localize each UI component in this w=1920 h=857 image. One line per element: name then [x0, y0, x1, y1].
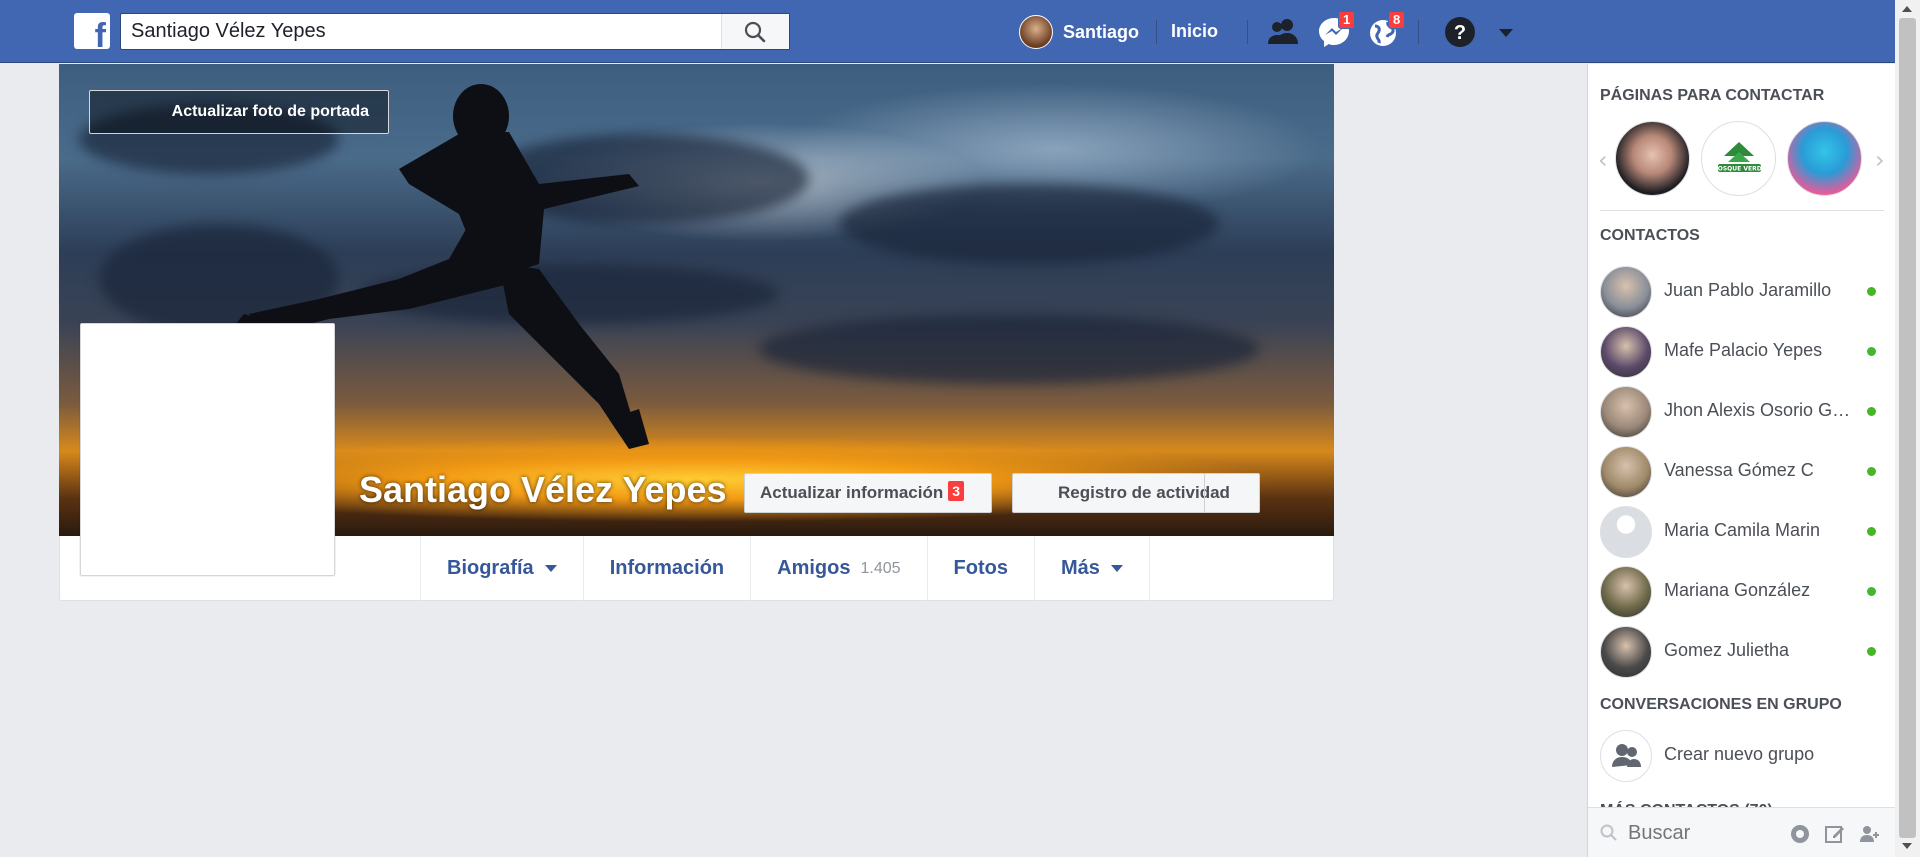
pages-header: PÁGINAS PARA CONTACTAR: [1600, 87, 1825, 104]
notifications-badge: 8: [1388, 11, 1406, 29]
activity-log-options-button[interactable]: [1204, 474, 1259, 512]
update-cover-photo-button[interactable]: Actualizar foto de portada: [89, 90, 389, 134]
profile-picture[interactable]: [80, 323, 335, 576]
svg-text:?: ?: [1454, 22, 1466, 44]
contact-name: Jhon Alexis Osorio Gómez: [1664, 400, 1854, 420]
contact-item[interactable]: Gomez Julietha: [1588, 624, 1895, 679]
tab-list: Biografía Información Amigos 1.405 Fotos Más: [420, 536, 1150, 601]
caret-down-icon: [1110, 565, 1123, 572]
pages-carousel: ‹ BOSQUE VERDE ›: [1588, 118, 1895, 198]
search-icon: [744, 21, 766, 43]
tab-label: Amigos: [777, 557, 851, 579]
create-group-label: Crear nuevo grupo: [1664, 744, 1815, 764]
tab-amigos[interactable]: Amigos 1.405: [751, 536, 928, 601]
group-conversations-header: CONVERSACIONES EN GRUPO: [1600, 696, 1842, 713]
user-name: Santiago: [1063, 21, 1140, 42]
page-logo-text: BOSQUE VERDE: [1713, 166, 1766, 173]
divider: [1247, 20, 1248, 44]
tab-count: 1.405: [860, 559, 901, 577]
account-menu-chevron-down-icon[interactable]: [1494, 14, 1530, 50]
contact-name: Gomez Julietha: [1664, 640, 1790, 660]
compose-icon[interactable]: [1823, 822, 1847, 846]
messages-badge: 1: [1338, 11, 1356, 29]
page-avatar[interactable]: [1787, 121, 1862, 196]
scroll-down-icon[interactable]: [1902, 843, 1912, 849]
tab-biografia[interactable]: Biografía: [421, 536, 584, 601]
online-status-dot: [1867, 647, 1876, 656]
help-icon[interactable]: ?: [1442, 14, 1478, 50]
divider: [1600, 210, 1884, 211]
tab-label: Información: [609, 557, 725, 579]
gear-icon[interactable]: [1788, 822, 1812, 846]
update-cover-photo-label: Actualizar foto de portada: [171, 103, 369, 120]
contact-item[interactable]: Vanessa Gómez C: [1588, 444, 1895, 499]
update-info-count-badge: 3: [948, 481, 965, 501]
chat-search-bar: [1588, 807, 1895, 857]
avatar: [1600, 506, 1652, 558]
chat-search-input[interactable]: [1628, 820, 1788, 846]
contact-name: Mariana González: [1664, 580, 1811, 600]
tab-mas[interactable]: Más: [1035, 536, 1150, 601]
tab-label: Fotos: [953, 557, 1008, 579]
divider: [1418, 20, 1419, 44]
scroll-thumb[interactable]: [1899, 18, 1916, 838]
avatar: [1600, 326, 1652, 378]
avatar: [1600, 386, 1652, 438]
contact-name: Vanessa Gómez C: [1664, 460, 1814, 480]
home-link[interactable]: Inicio: [1171, 21, 1218, 42]
tab-label: Más: [1060, 557, 1100, 579]
cloud-shape: [839, 184, 1219, 264]
cloud-shape: [759, 314, 1259, 384]
page-avatar[interactable]: [1615, 121, 1690, 196]
update-info-label: Actualizar información: [760, 483, 944, 502]
online-status-dot: [1867, 527, 1876, 536]
search-icon: [1600, 824, 1617, 841]
divider: [1156, 20, 1157, 44]
online-status-dot: [1867, 467, 1876, 476]
contact-name: Mafe Palacio Yepes: [1664, 340, 1823, 360]
friend-requests-icon[interactable]: [1265, 14, 1301, 50]
contact-item[interactable]: Mafe Palacio Yepes: [1588, 324, 1895, 379]
chat-sidebar: PÁGINAS PARA CONTACTAR ‹ BOSQUE VERDE › …: [1587, 64, 1895, 857]
online-status-dot: [1867, 347, 1876, 356]
create-group-item[interactable]: Crear nuevo grupo: [1588, 728, 1895, 783]
contact-item[interactable]: Jhon Alexis Osorio Gómez: [1588, 384, 1895, 439]
tab-label: Biografía: [447, 557, 534, 579]
tab-fotos[interactable]: Fotos: [928, 536, 1035, 601]
online-status-dot: [1867, 407, 1876, 416]
contacts-header: CONTACTOS: [1600, 227, 1700, 244]
messenger-icon[interactable]: 1: [1316, 11, 1356, 50]
avatar: [1600, 446, 1652, 498]
contact-name: Juan Pablo Jaramillo: [1664, 280, 1832, 300]
online-status-dot: [1867, 587, 1876, 596]
search-box: [120, 13, 790, 50]
update-info-button[interactable]: Actualizar información 3: [744, 473, 992, 513]
avatar: [1019, 15, 1053, 49]
group-add-icon: [1600, 730, 1652, 782]
avatar: [1600, 626, 1652, 678]
contact-item[interactable]: Mariana González: [1588, 564, 1895, 619]
search-button[interactable]: [721, 14, 789, 49]
chevron-right-icon[interactable]: ›: [1875, 146, 1885, 174]
caret-down-icon: [544, 565, 557, 572]
online-status-dot: [1867, 287, 1876, 296]
profile-name: Santiago Vélez Yepes: [359, 469, 727, 510]
contact-item[interactable]: Maria Camila Marin: [1588, 504, 1895, 559]
activity-log-button[interactable]: Registro de actividad: [1012, 473, 1260, 513]
notifications-globe-icon[interactable]: 8: [1366, 11, 1406, 50]
search-input[interactable]: [121, 14, 721, 49]
facebook-logo-icon[interactable]: f: [74, 13, 110, 49]
new-group-icon[interactable]: [1858, 822, 1882, 846]
contact-name: Maria Camila Marin: [1664, 520, 1821, 540]
avatar: [1600, 566, 1652, 618]
profile-link[interactable]: Santiago: [1019, 15, 1139, 49]
page-scrollbar[interactable]: [1895, 0, 1920, 857]
contact-item[interactable]: Juan Pablo Jaramillo: [1588, 264, 1895, 319]
page-avatar-bosque-verde[interactable]: BOSQUE VERDE: [1701, 121, 1776, 196]
tab-informacion[interactable]: Información: [584, 536, 752, 601]
top-navigation-bar: f Santiago Inicio 1 8 ?: [0, 0, 1895, 63]
scroll-up-icon[interactable]: [1902, 6, 1912, 12]
avatar: [1600, 266, 1652, 318]
chevron-left-icon[interactable]: ‹: [1598, 146, 1608, 174]
